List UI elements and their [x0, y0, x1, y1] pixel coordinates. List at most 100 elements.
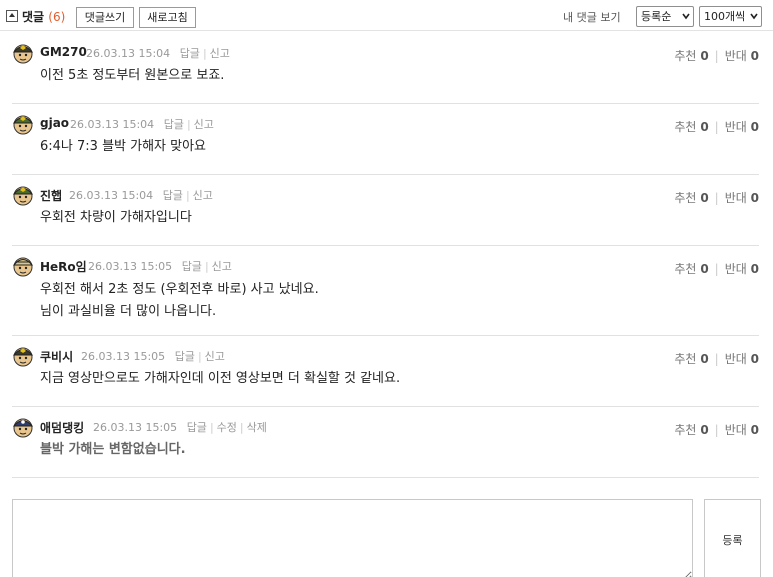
edit-link[interactable]: 수정	[217, 421, 237, 434]
comment-meta: 26.03.13 15:04 답글 | 신고	[69, 189, 213, 202]
report-link[interactable]: 신고	[205, 350, 225, 363]
comment-body: 우회전 해서 2초 정도 (우회전후 바로) 사고 났네요. 님이 과실비율 더…	[40, 282, 319, 319]
upvote-count: 0	[700, 191, 709, 205]
comment-body: 블박 가해는 변함없습니다.	[40, 442, 186, 457]
comment-item: 애덤댕킹 26.03.13 15:05 답글 | 수정 | 삭제 추천 0 | 반대 0 블…	[0, 414, 773, 478]
downvote-count: 0	[750, 423, 759, 437]
upvote-button[interactable]: 추천 0	[674, 423, 708, 437]
comment-date: 26.03.13 15:04	[70, 118, 155, 131]
downvote-button[interactable]: 반대 0	[725, 49, 759, 63]
downvote-button[interactable]: 반대 0	[725, 423, 759, 437]
comment-nickname[interactable]: 진햅	[40, 187, 62, 204]
delete-link[interactable]: 삭제	[247, 421, 267, 434]
downvote-count: 0	[750, 49, 759, 63]
comment-nickname[interactable]: 애덤댕킹	[40, 419, 84, 436]
comment-date: 26.03.13 15:05	[88, 260, 173, 273]
downvote-count: 0	[750, 120, 759, 134]
upvote-button[interactable]: 추천 0	[674, 49, 708, 63]
downvote-button[interactable]: 반대 0	[725, 262, 759, 276]
collapse-toggle-icon[interactable]	[6, 10, 18, 22]
page-size-select-value: 100개씩	[704, 10, 746, 23]
chevron-down-icon	[750, 13, 758, 20]
reply-link[interactable]: 답글	[163, 189, 183, 202]
upvote-count: 0	[700, 262, 709, 276]
user-level-icon	[12, 44, 34, 64]
comment-votes: 추천 0 | 반대 0	[674, 423, 759, 437]
downvote-button[interactable]: 반대 0	[725, 120, 759, 134]
comment-nickname[interactable]: HeRo임	[40, 258, 87, 275]
report-link[interactable]: 신고	[210, 47, 230, 60]
comment-meta: 26.03.13 15:05 답글 | 신고	[81, 350, 225, 363]
comment-nickname[interactable]: gjao	[40, 116, 69, 130]
upvote-count: 0	[700, 423, 709, 437]
downvote-count: 0	[750, 262, 759, 276]
comment-item: 쿠비시 26.03.13 15:05 답글 | 신고 추천 0 | 반대 0 지금 영상…	[0, 343, 773, 407]
comment-body: 지금 영상만으로도 가해자인데 이전 영상보면 더 확실할 것 같네요.	[40, 371, 401, 386]
comment-date: 26.03.13 15:05	[81, 350, 166, 363]
report-link[interactable]: 신고	[212, 260, 232, 273]
comment-meta: 26.03.13 15:05 답글 | 수정 | 삭제	[93, 421, 267, 434]
user-level-icon	[12, 186, 34, 206]
user-level-icon	[12, 257, 34, 277]
my-comments-link[interactable]: 내 댓글 보기	[563, 9, 621, 25]
page-size-select[interactable]: 100개씩	[699, 6, 762, 27]
comment-count: (6)	[48, 10, 66, 24]
comment-date: 26.03.13 15:04	[69, 189, 154, 202]
comment-nickname[interactable]: 쿠비시	[40, 348, 73, 365]
comment-divider	[12, 406, 759, 407]
comment-title-label: 댓글	[22, 10, 45, 24]
reply-link[interactable]: 답글	[187, 421, 207, 434]
comment-divider	[12, 477, 759, 478]
reply-link[interactable]: 답글	[175, 350, 195, 363]
comment-votes: 추천 0 | 반대 0	[674, 352, 759, 366]
write-comment-button[interactable]: 댓글쓰기	[76, 7, 134, 28]
comment-date: 26.03.13 15:04	[86, 47, 171, 60]
user-level-icon	[12, 115, 34, 135]
comment-divider	[12, 245, 759, 246]
comment-meta: 26.03.13 15:05 답글 | 신고	[88, 260, 232, 273]
downvote-button[interactable]: 반대 0	[725, 352, 759, 366]
comment-item: GM270 26.03.13 15:04 답글 | 신고 추천 0 | 반대 0 이전 …	[0, 40, 773, 104]
comment-meta: 26.03.13 15:04 답글 | 신고	[86, 47, 230, 60]
upvote-button[interactable]: 추천 0	[674, 191, 708, 205]
reply-link[interactable]: 답글	[164, 118, 184, 131]
comment-votes: 추천 0 | 반대 0	[674, 49, 759, 63]
chevron-down-icon	[682, 13, 690, 20]
comment-meta: 26.03.13 15:04 답글 | 신고	[70, 118, 214, 131]
comment-divider	[12, 103, 759, 104]
comment-body: 우회전 차량이 가해자입니다	[40, 210, 192, 225]
upvote-count: 0	[700, 120, 709, 134]
comment-textarea[interactable]	[12, 499, 693, 577]
report-link[interactable]: 신고	[193, 189, 213, 202]
comment-date: 26.03.13 15:05	[93, 421, 178, 434]
comment-header: 댓글 (6) 댓글쓰기 새로고침 내 댓글 보기 등록순 100개씩	[0, 0, 773, 31]
upvote-button[interactable]: 추천 0	[674, 120, 708, 134]
report-link[interactable]: 신고	[194, 118, 214, 131]
downvote-count: 0	[750, 352, 759, 366]
refresh-button[interactable]: 새로고침	[139, 7, 196, 28]
submit-comment-button[interactable]: 등록	[704, 499, 761, 577]
comment-divider	[12, 335, 759, 336]
comment-item: 진햅 26.03.13 15:04 답글 | 신고 추천 0 | 반대 0 우회전 차량…	[0, 182, 773, 246]
sort-select[interactable]: 등록순	[636, 6, 694, 27]
upvote-count: 0	[700, 352, 709, 366]
reply-link[interactable]: 답글	[180, 47, 200, 60]
comment-body: 6:4나 7:3 블박 가해자 맞아요	[40, 139, 207, 154]
user-level-icon	[12, 347, 34, 367]
comment-nickname[interactable]: GM270	[40, 45, 87, 59]
upvote-button[interactable]: 추천 0	[674, 262, 708, 276]
comment-votes: 추천 0 | 반대 0	[674, 262, 759, 276]
downvote-button[interactable]: 반대 0	[725, 191, 759, 205]
upvote-button[interactable]: 추천 0	[674, 352, 708, 366]
comment-item: HeRo임 26.03.13 15:05 답글 | 신고 추천 0 | 반대 0 우회전…	[0, 253, 773, 336]
comment-votes: 추천 0 | 반대 0	[674, 120, 759, 134]
comment-section-title: 댓글 (6)	[22, 8, 65, 25]
comment-votes: 추천 0 | 반대 0	[674, 191, 759, 205]
comment-item: gjao 26.03.13 15:04 답글 | 신고 추천 0 | 반대 0 6:4나…	[0, 111, 773, 175]
reply-link[interactable]: 답글	[182, 260, 202, 273]
comment-divider	[12, 174, 759, 175]
comment-body: 이전 5초 정도부터 원본으로 보죠.	[40, 68, 225, 83]
downvote-count: 0	[750, 191, 759, 205]
user-level-icon	[12, 418, 34, 438]
sort-select-value: 등록순	[641, 10, 672, 23]
